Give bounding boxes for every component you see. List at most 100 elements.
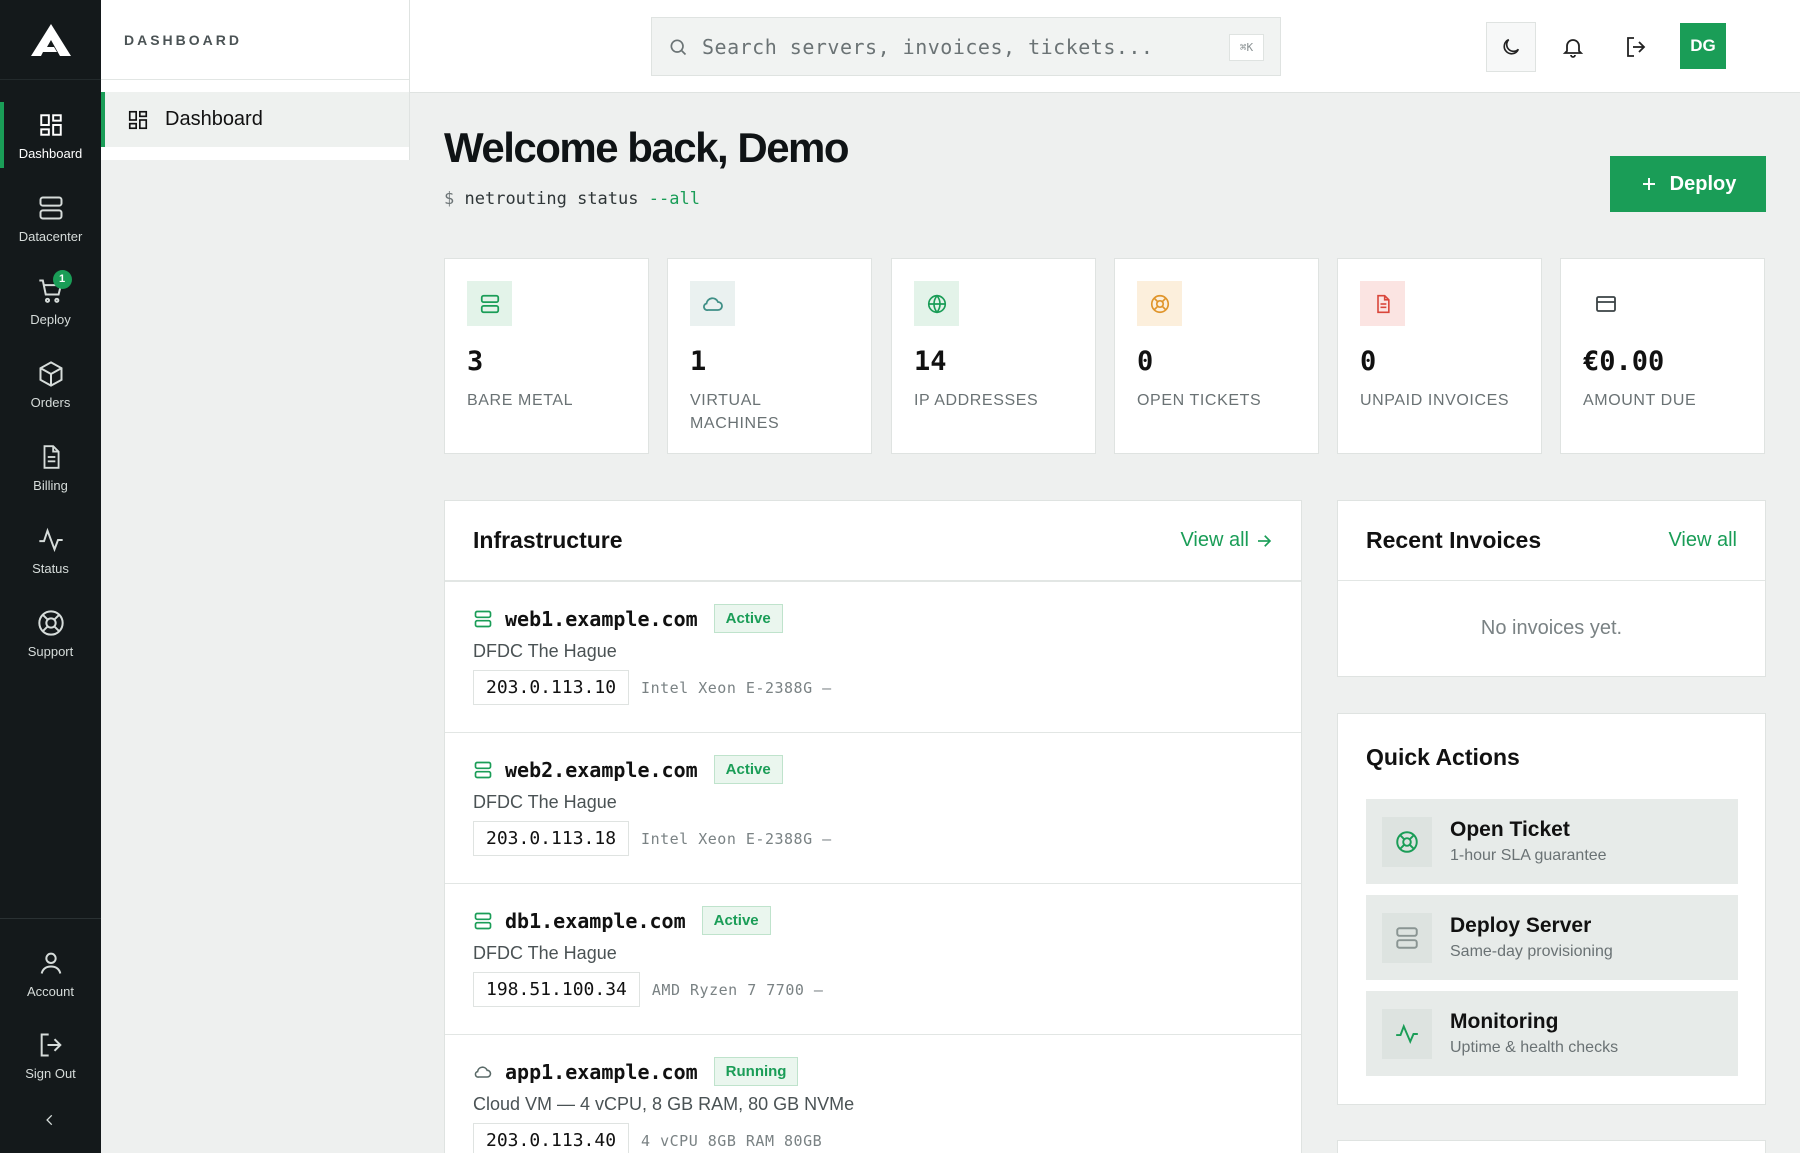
invoice-icon	[1360, 281, 1405, 326]
quick-action-open-ticket[interactable]: Open Ticket 1-hour SLA guarantee	[1366, 799, 1738, 884]
rail-item-datacenter[interactable]: Datacenter	[0, 185, 101, 251]
invoices-view-all-link[interactable]: View all	[1668, 529, 1737, 552]
server-row[interactable]: web2.example.com Active DFDC The Hague 2…	[445, 732, 1301, 883]
sign-out-icon	[36, 1030, 66, 1060]
command-flag: --all	[648, 189, 700, 209]
server-location: DFDC The Hague	[473, 943, 617, 963]
card-icon	[1583, 281, 1628, 326]
server-location: Cloud VM — 4 vCPU, 8 GB RAM, 80 GB NVMe	[473, 1094, 855, 1114]
deploy-button[interactable]: Deploy	[1610, 156, 1766, 212]
server-location: DFDC The Hague	[473, 792, 617, 812]
server-icon	[473, 760, 493, 780]
server-icon	[473, 609, 493, 629]
panel-title: Infrastructure	[473, 527, 623, 553]
link-label: View all	[1180, 529, 1249, 551]
rail-label: Sign Out	[25, 1065, 76, 1081]
server-icon	[36, 193, 66, 223]
additional-panel	[1337, 1140, 1766, 1153]
globe-icon	[914, 281, 959, 326]
rail-item-support[interactable]: Support	[0, 600, 101, 666]
server-hostname[interactable]: web2.example.com	[505, 758, 698, 782]
quick-action-subtitle: Uptime & health checks	[1450, 1039, 1619, 1056]
stat-card-open-tickets[interactable]: 0 OPEN TICKETS	[1114, 258, 1319, 454]
infrastructure-view-all-link[interactable]: View all	[1180, 529, 1273, 552]
server-row[interactable]: app1.example.com Running Cloud VM — 4 vC…	[445, 1034, 1301, 1153]
collapse-chevron-icon[interactable]	[38, 1108, 62, 1132]
subnav-item-label: Dashboard	[165, 108, 263, 130]
server-spec: 4 vCPU 8GB RAM 80GB	[641, 1131, 823, 1150]
shortcut-hint: ⌘K	[1229, 34, 1264, 61]
status-badge: Active	[701, 906, 771, 935]
rail-divider	[0, 918, 101, 919]
rail-label: Billing	[33, 477, 68, 493]
notifications-button[interactable]	[1548, 22, 1598, 72]
quick-action-subtitle: 1-hour SLA guarantee	[1450, 847, 1607, 864]
status-badge: Active	[713, 604, 783, 633]
stat-label: AMOUNT DUE	[1583, 392, 1697, 409]
rail-label: Deploy	[30, 311, 71, 327]
stat-card-bare-metal[interactable]: 3 BARE METAL	[444, 258, 649, 454]
grid-icon	[36, 110, 66, 140]
stat-value: 0	[1360, 346, 1377, 377]
rail-item-account[interactable]: Account	[0, 940, 101, 1006]
cloud-icon	[690, 281, 735, 326]
server-ip[interactable]: 203.0.113.10	[473, 670, 630, 705]
panel-title: Recent Invoices	[1366, 527, 1542, 553]
pulse-icon	[1382, 1008, 1432, 1059]
lifebuoy-icon	[1137, 281, 1182, 326]
status-badge: Active	[713, 755, 783, 784]
subnav-item-dashboard[interactable]: Dashboard	[101, 92, 409, 147]
rail-item-billing[interactable]: Billing	[0, 434, 101, 500]
server-ip[interactable]: 203.0.113.18	[473, 821, 630, 856]
server-spec: AMD Ryzen 7 7700 —	[651, 980, 824, 999]
quick-action-subtitle: Same-day provisioning	[1450, 943, 1613, 960]
stat-value: €0.00	[1583, 346, 1665, 377]
page-title: Welcome back, Demo	[444, 124, 850, 171]
rail-item-status[interactable]: Status	[0, 517, 101, 583]
quick-action-deploy-server[interactable]: Deploy Server Same-day provisioning	[1366, 895, 1738, 980]
sign-out-button[interactable]	[1611, 22, 1661, 72]
lifebuoy-icon	[1382, 816, 1432, 867]
rail-item-sign-out[interactable]: Sign Out	[0, 1022, 101, 1088]
server-row[interactable]: web1.example.com Active DFDC The Hague 2…	[445, 581, 1301, 732]
status-badge: Running	[713, 1057, 799, 1086]
avatar[interactable]: DG	[1680, 23, 1726, 69]
server-spec: Intel Xeon E-2388G —	[641, 678, 832, 697]
cloud-icon	[473, 1062, 493, 1082]
theme-toggle-button[interactable]	[1486, 22, 1536, 72]
server-hostname[interactable]: web1.example.com	[505, 607, 698, 631]
panel-title: Quick Actions	[1366, 744, 1520, 770]
stat-value: 0	[1137, 346, 1154, 377]
stat-card-unpaid-invoices[interactable]: 0 UNPAID INVOICES	[1337, 258, 1542, 454]
server-hostname[interactable]: app1.example.com	[505, 1060, 698, 1084]
server-hostname[interactable]: db1.example.com	[505, 909, 686, 933]
server-icon	[1382, 912, 1432, 963]
rail-item-deploy[interactable]: 1 Deploy	[0, 268, 101, 334]
rail-item-dashboard[interactable]: Dashboard	[0, 102, 101, 168]
pulse-icon	[36, 525, 66, 555]
subnav-heading: DASHBOARD	[101, 0, 409, 80]
empty-state: No invoices yet.	[1480, 617, 1623, 639]
server-spec: Intel Xeon E-2388G —	[641, 829, 832, 848]
search-placeholder: Search servers, invoices, tickets...	[702, 34, 1154, 59]
plus-icon	[1640, 175, 1658, 193]
search-input[interactable]: Search servers, invoices, tickets... ⌘K	[651, 17, 1281, 76]
rail-label: Datacenter	[18, 228, 83, 244]
stat-label: IP ADDRESSES	[914, 392, 1039, 409]
quick-action-monitoring[interactable]: Monitoring Uptime & health checks	[1366, 991, 1738, 1076]
panel-header: Recent Invoices View all	[1338, 501, 1765, 581]
logo-mark-icon	[30, 23, 71, 56]
server-ip[interactable]: 203.0.113.40	[473, 1123, 630, 1153]
server-row[interactable]: db1.example.com Active DFDC The Hague 19…	[445, 883, 1301, 1034]
document-icon	[36, 442, 66, 472]
stat-card-amount-due[interactable]: €0.00 AMOUNT DUE	[1560, 258, 1765, 454]
panel-header: Infrastructure View all	[445, 501, 1301, 581]
stat-card-virtual-machines[interactable]: 1 VIRTUAL MACHINES	[667, 258, 872, 454]
status-command: $ netrouting status --all	[444, 189, 700, 209]
rail-item-orders[interactable]: Orders	[0, 351, 101, 417]
rail-label: Dashboard	[18, 145, 83, 161]
server-ip[interactable]: 198.51.100.34	[473, 972, 640, 1007]
brand-logo[interactable]	[0, 0, 101, 80]
stat-card-ip-addresses[interactable]: 14 IP ADDRESSES	[891, 258, 1096, 454]
stat-label: UNPAID INVOICES	[1360, 392, 1510, 409]
